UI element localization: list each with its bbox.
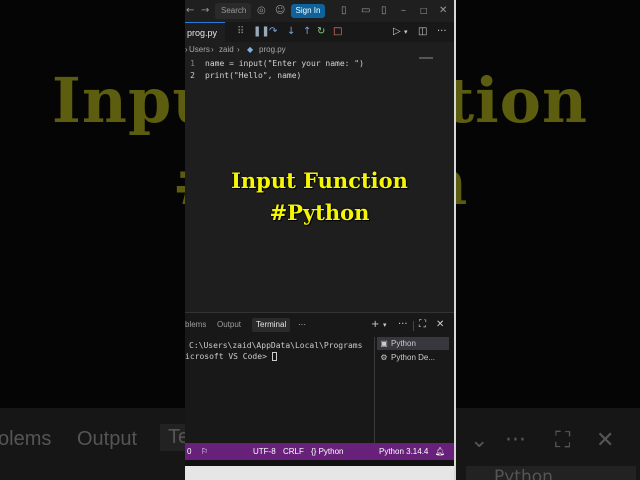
sign-in-button[interactable]: Sign In (291, 4, 325, 18)
step-over-icon[interactable]: ↷ (269, 24, 277, 40)
terminal-cursor (271, 352, 277, 361)
terminal-list-item-python[interactable]: ▣ Python (377, 337, 449, 350)
toggle-secondary-sidebar-icon[interactable]: ▯ (381, 3, 387, 19)
chevron-down-icon[interactable]: ▾ (404, 24, 408, 40)
terminal-list-item-python-debug[interactable]: ⚙ Python De... (377, 351, 449, 364)
background-tab-output: Output (77, 428, 138, 450)
accounts-icon[interactable]: ☺ (275, 3, 285, 19)
more-icon: ··· (505, 428, 526, 453)
close-icon[interactable]: ✕ (436, 318, 444, 332)
arrow-left-icon[interactable]: ← (186, 3, 194, 19)
close-icon: ✕ (596, 428, 615, 453)
code-line[interactable]: print("Hello", name) (205, 71, 301, 80)
breadcrumb-users[interactable]: Users (189, 43, 210, 57)
terminal-prompt: icrosoft VS Code> (185, 352, 277, 361)
debug-icon[interactable]: ⚐ (201, 443, 208, 460)
status-eol[interactable]: CRLF (283, 443, 304, 460)
window-edge (454, 0, 456, 480)
chevron-right-icon: › (211, 45, 214, 54)
divider (374, 337, 375, 443)
editor-tab-bar: prog.py ⠿ ❚❚ ↷ ↓ ↑ ↻ □ ▷ ▾ ◫ ··· (185, 22, 454, 42)
overlay-hashtag: #Python (269, 200, 370, 225)
divider (413, 321, 414, 331)
breadcrumb-file[interactable]: prog.py (259, 43, 286, 57)
bottom-panel: blems Output Terminal ··· + ▾ ··· ⛶ ✕ C:… (185, 313, 454, 443)
debug-icon: ⚙ (380, 353, 388, 362)
editor-tab-prog-py[interactable]: prog.py (185, 22, 225, 42)
braces-icon: {} (311, 447, 317, 456)
restart-icon[interactable]: ↻ (317, 24, 325, 40)
terminal-output[interactable]: C:\Users\zaid\AppData\Local\Programs icr… (185, 337, 373, 443)
toggle-sidebar-icon[interactable]: ▯ (341, 3, 347, 19)
toggle-panel-icon[interactable]: ▭ (361, 3, 370, 19)
terminal-list-label: Python De... (391, 353, 436, 362)
pause-icon[interactable]: ❚❚ (253, 24, 270, 40)
overlay-title: Input Function (231, 168, 408, 193)
minimize-icon[interactable]: – (401, 3, 406, 19)
plus-icon[interactable]: + (371, 318, 379, 332)
python-file-icon: ◆ (247, 45, 254, 54)
title-bar: ← → Search ◎ ☺ Sign In ▯ ▭ ▯ – □ ✕ (185, 0, 454, 22)
terminal-list-label: Python (391, 339, 416, 348)
split-editor-icon[interactable]: ◫ (418, 24, 427, 40)
vscode-window: ← → Search ◎ ☺ Sign In ▯ ▭ ▯ – □ ✕ prog.… (185, 0, 454, 480)
bell-icon[interactable]: 🔔︎ (435, 443, 445, 460)
line-number: 1 (190, 59, 195, 68)
status-interpreter[interactable]: Python 3.14.4 (379, 443, 428, 460)
more-icon[interactable]: ··· (298, 318, 306, 332)
maximize-icon: ⛶ (555, 428, 571, 453)
close-icon[interactable]: ✕ (439, 3, 447, 19)
terminal-list: ▣ Python ⚙ Python De... (377, 337, 452, 443)
background-tab-problems: olems (0, 428, 52, 450)
chevron-down-icon: ⌄ (470, 428, 489, 453)
status-language-label: Python (318, 447, 344, 456)
step-out-icon[interactable]: ↑ (303, 24, 311, 40)
chevron-down-icon[interactable]: ▾ (383, 318, 387, 332)
command-center-search[interactable]: Search (215, 3, 251, 19)
tab-terminal[interactable]: Terminal (252, 318, 291, 332)
status-bar: 0 ⚐ UTF-8 CRLF {} Python Python 3.14.4 🔔… (185, 443, 454, 460)
status-errors[interactable]: 0 (187, 443, 191, 460)
terminal-icon: ▣ (380, 339, 388, 348)
chevron-right-icon: › (185, 45, 188, 54)
more-icon[interactable]: ··· (437, 24, 447, 40)
terminal-line: C:\Users\zaid\AppData\Local\Programs (189, 341, 363, 350)
more-icon[interactable]: ··· (398, 318, 408, 332)
code-line[interactable]: name = input("Enter your name: ") (205, 59, 364, 68)
step-into-icon[interactable]: ↓ (287, 24, 295, 40)
breadcrumb: › Users › zaid › ◆ prog.py (185, 43, 454, 57)
minimap[interactable] (419, 57, 433, 59)
chevron-right-icon: › (237, 45, 240, 54)
drag-grip-icon[interactable]: ⠿ (237, 24, 244, 40)
line-number: 2 (190, 71, 195, 80)
status-language[interactable]: {} Python (311, 443, 343, 460)
run-icon[interactable]: ▷ (393, 24, 401, 40)
bottom-edge (185, 466, 454, 480)
stop-icon[interactable]: □ (333, 24, 342, 40)
background-python-item: Python (466, 466, 636, 480)
arrow-right-icon[interactable]: → (201, 3, 209, 19)
status-encoding[interactable]: UTF-8 (253, 443, 276, 460)
terminal-prompt-text: icrosoft VS Code> (185, 352, 272, 361)
maximize-panel-icon[interactable]: ⛶ (419, 318, 426, 332)
tab-problems[interactable]: blems (185, 318, 206, 332)
breadcrumb-zaid[interactable]: zaid (219, 43, 234, 57)
tab-output[interactable]: Output (217, 318, 241, 332)
maximize-icon[interactable]: □ (420, 3, 428, 19)
copilot-icon[interactable]: ◎ (257, 3, 266, 19)
